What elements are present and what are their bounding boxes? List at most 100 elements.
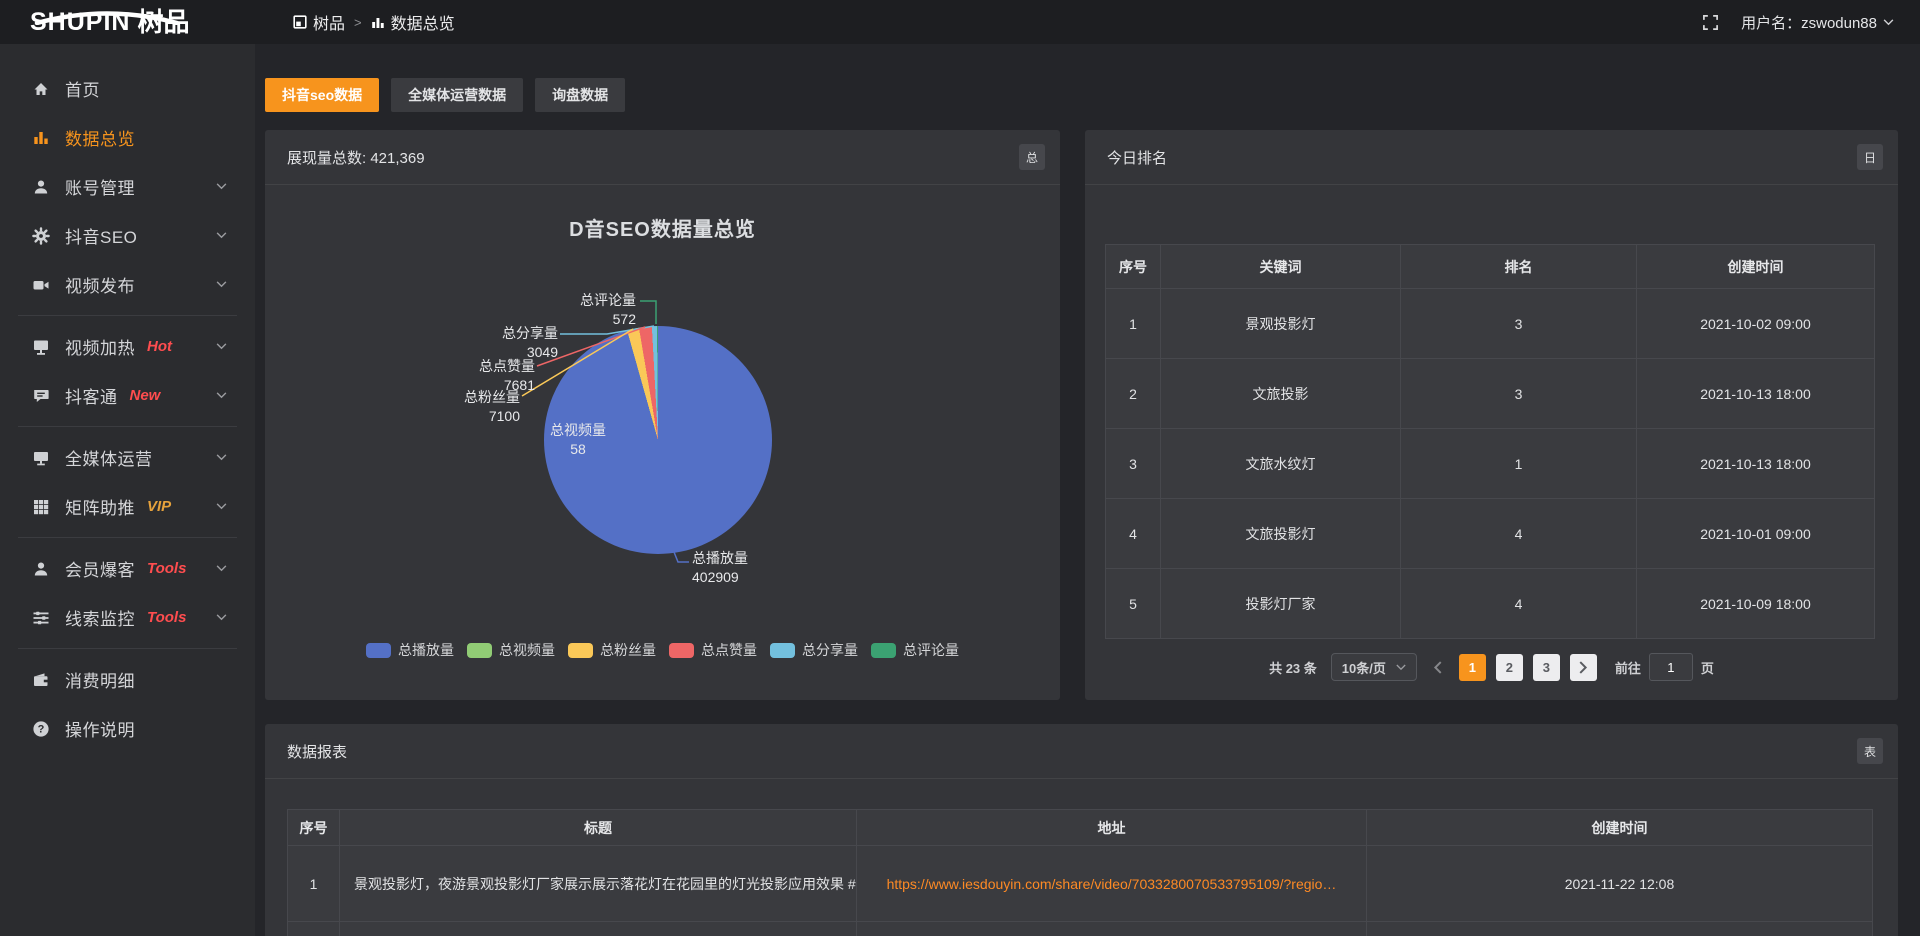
cell-rank: 3: [1401, 359, 1637, 429]
cell-created: 2021-11-22 12:08: [1367, 846, 1873, 922]
legend-swatch: [366, 643, 391, 658]
sliders-icon: [32, 609, 50, 627]
tab-omnimedia-data[interactable]: 全媒体运营数据: [391, 78, 523, 112]
seo-chart-panel: 展现量总数: 421,369 总 D音SEO数据量总览 总评论量 572: [265, 130, 1060, 700]
breadcrumb: 树品 > 数据总览: [293, 10, 455, 34]
table-badge-button[interactable]: 表: [1857, 738, 1883, 764]
table-row: 4 文旅投影灯 4 2021-10-01 09:00: [1106, 499, 1875, 569]
report-table: 序号 标题 地址 创建时间 1 景观投影灯，夜游景观投影灯厂家展示展示落花灯在花…: [287, 809, 1873, 936]
legend-label: 总播放量: [398, 640, 454, 660]
legend-swatch: [467, 643, 492, 658]
legend-item-plays[interactable]: 总播放量: [366, 640, 454, 660]
fullscreen-icon[interactable]: [1702, 14, 1719, 31]
cell-keyword: 文旅投影灯: [1161, 499, 1401, 569]
chevron-down-icon: [216, 343, 227, 350]
breadcrumb-root[interactable]: 树品: [293, 10, 345, 34]
pie-label-name: 总评论量: [580, 292, 636, 308]
sidebar-item-data-overview[interactable]: 数据总览: [0, 113, 255, 162]
total-badge-button[interactable]: 总: [1019, 144, 1045, 170]
cell-created: 2021-10-09 18:00: [1637, 569, 1875, 639]
cell-keyword: 文旅水纹灯: [1161, 429, 1401, 499]
sidebar-item-member-burst[interactable]: 会员爆客 Tools: [0, 544, 255, 593]
sidebar-item-home[interactable]: 首页: [0, 64, 255, 113]
monitor-icon: [32, 449, 50, 467]
legend-label: 总点赞量: [701, 640, 757, 660]
legend-item-videos[interactable]: 总视频量: [467, 640, 555, 660]
sidebar-item-video-heat[interactable]: 视频加热 Hot: [0, 322, 255, 371]
bar-chart-icon: [32, 129, 50, 147]
prev-page-button[interactable]: [1427, 661, 1449, 674]
chart-panel-header: 展现量总数: 421,369 总: [265, 130, 1060, 185]
sidebar-item-matrix-boost[interactable]: 矩阵助推 VIP: [0, 482, 255, 531]
next-page-button[interactable]: [1570, 654, 1597, 681]
sidebar-item-omnimedia[interactable]: 全媒体运营: [0, 433, 255, 482]
chevron-down-icon: [216, 614, 227, 621]
grid-icon: [32, 498, 50, 516]
cell-created: 2021-10-01 09:00: [1637, 499, 1875, 569]
chart-legend: 总播放量 总视频量 总粉丝量 总点赞量 总分享量 总评论量: [265, 640, 1060, 660]
chevron-down-icon: [216, 183, 227, 190]
pie-label-likes: 总点赞量 7681: [435, 359, 535, 393]
gear-icon: [32, 227, 50, 245]
tools-badge: Tools: [147, 609, 186, 626]
page-button-1[interactable]: 1: [1459, 654, 1486, 681]
page-button-2[interactable]: 2: [1496, 654, 1523, 681]
person-icon: [32, 560, 50, 578]
data-tabs: 抖音seo数据 全媒体运营数据 询盘数据: [265, 78, 1898, 112]
wallet-icon: [32, 671, 50, 689]
sidebar-item-label: 会员爆客: [65, 556, 135, 581]
sidebar-divider: [18, 426, 237, 427]
tab-inquiry-data[interactable]: 询盘数据: [535, 78, 625, 112]
table-row: 1 景观投影灯，夜游景观投影灯厂家展示展示落花灯在花园里的灯光投影应用效果 # …: [288, 846, 1873, 922]
goto-suffix: 页: [1701, 658, 1714, 677]
cell-index: 3: [1106, 429, 1161, 499]
pie-chart: D音SEO数据量总览 总评论量 572 总分享量 3049: [265, 185, 1060, 699]
cell-keyword: 投影灯厂家: [1161, 569, 1401, 639]
cell-index: 4: [1106, 499, 1161, 569]
page-button-3[interactable]: 3: [1533, 654, 1560, 681]
chevron-right-icon: [1579, 661, 1588, 674]
video-link[interactable]: https://www.iesdouyin.com/share/video/70…: [887, 876, 1337, 892]
sidebar-item-label: 操作说明: [65, 716, 135, 741]
day-badge-button[interactable]: 日: [1857, 144, 1883, 170]
sidebar-item-help[interactable]: ? 操作说明: [0, 704, 255, 753]
chevron-down-icon: [216, 392, 227, 399]
sidebar-item-lead-monitor[interactable]: 线索监控 Tools: [0, 593, 255, 642]
pie-label-fans: 总粉丝量 7100: [420, 390, 520, 424]
ranking-panel-title: 今日排名: [1107, 147, 1167, 168]
cell-created: 2021-10-02 09:00: [1637, 289, 1875, 359]
username-dropdown[interactable]: 用户名：zswodun88: [1741, 12, 1894, 33]
sidebar-item-label: 抖客通: [65, 383, 118, 408]
chevron-down-icon: [216, 454, 227, 461]
sidebar-item-label: 视频发布: [65, 272, 135, 297]
chevron-left-icon: [1433, 661, 1442, 674]
col-created: 创建时间: [1637, 245, 1875, 289]
cell-index: [288, 922, 340, 936]
today-ranking-panel: 今日排名 日 序号 关键词 排名 创建时间 1 景观投影灯 3 2021-10-…: [1085, 130, 1898, 700]
legend-item-likes[interactable]: 总点赞量: [669, 640, 757, 660]
chevron-down-icon: [1396, 664, 1406, 671]
sidebar-item-video-publish[interactable]: 视频发布: [0, 260, 255, 309]
breadcrumb-root-label: 树品: [313, 10, 345, 34]
cell-url: [857, 922, 1367, 936]
sidebar-item-account[interactable]: 账号管理: [0, 162, 255, 211]
breadcrumb-current[interactable]: 数据总览: [371, 10, 455, 34]
user-icon: [32, 178, 50, 196]
pie-label-value: 7100: [420, 409, 520, 424]
app-logo: SHUPIN 树品: [0, 9, 255, 35]
legend-item-comments[interactable]: 总评论量: [871, 640, 959, 660]
legend-item-fans[interactable]: 总粉丝量: [568, 640, 656, 660]
sidebar-item-douyin-seo[interactable]: 抖音SEO: [0, 211, 255, 260]
sidebar-item-douketong[interactable]: 抖客通 New: [0, 371, 255, 420]
goto-page-input[interactable]: [1649, 653, 1693, 681]
sidebar-item-expense-detail[interactable]: 消费明细: [0, 655, 255, 704]
page-size-select[interactable]: 10条/页: [1331, 653, 1417, 681]
table-header-row: 序号 标题 地址 创建时间: [288, 810, 1873, 846]
sidebar-item-label: 线索监控: [65, 605, 135, 630]
tab-douyin-seo-data[interactable]: 抖音seo数据: [265, 78, 379, 112]
breadcrumb-current-label: 数据总览: [391, 10, 455, 34]
logo-arc: [32, 11, 182, 25]
total-count: 共 23 条: [1269, 658, 1317, 677]
legend-item-shares[interactable]: 总分享量: [770, 640, 858, 660]
pie-label-comments: 总评论量 572: [536, 293, 636, 327]
